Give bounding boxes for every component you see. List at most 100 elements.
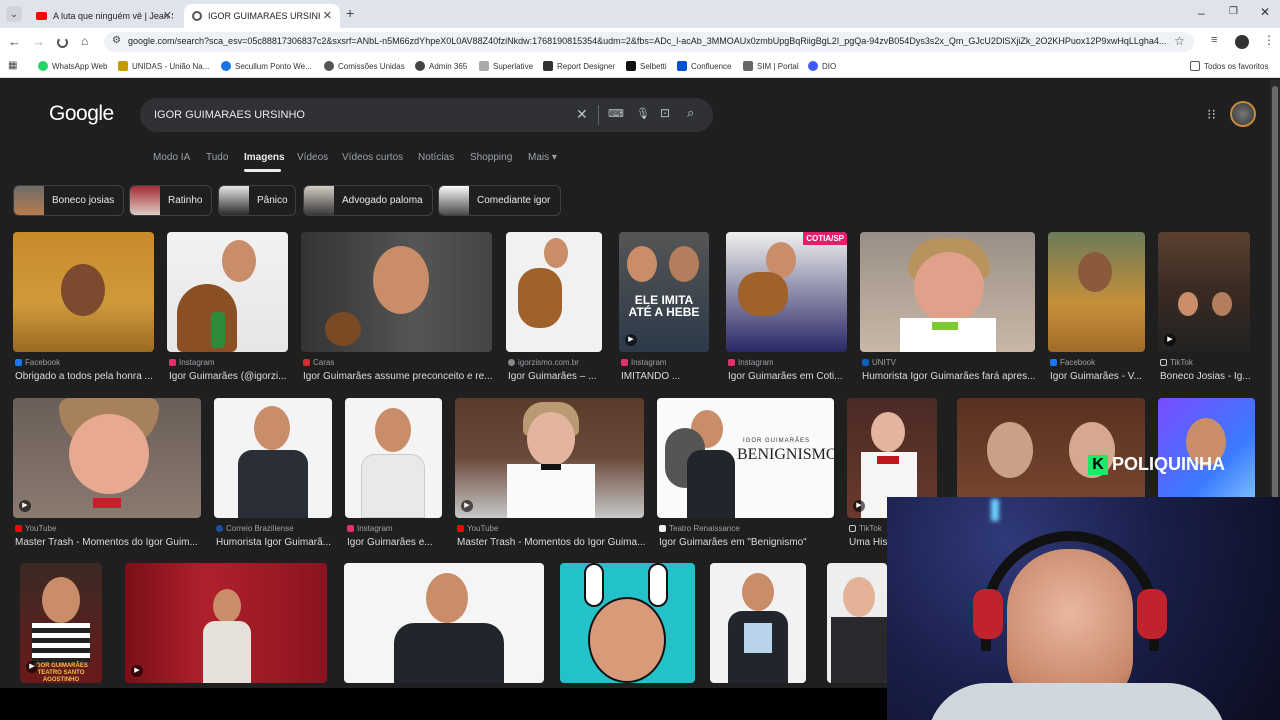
close-icon[interactable]: ✕ [323,9,332,22]
image-result[interactable] [560,563,695,683]
chip-thumbnail [439,186,469,215]
image-result[interactable]: Correio Braziliense Humorista Igor Guima… [214,398,332,553]
image-result[interactable]: UNITV Humorista Igor Guimarães fará apre… [860,232,1035,387]
video-overlay-text: ELE IMITA ATÉ A HEBE [628,293,700,319]
result-title[interactable]: Igor Guimarães e... [347,537,444,548]
tab-search-dropdown[interactable]: ⌄ [6,6,22,22]
nav-noticias[interactable]: Notícias [418,152,454,163]
result-title[interactable]: Igor Guimarães - V... [1050,371,1147,382]
new-tab-button[interactable]: + [346,5,354,21]
chip-ratinho[interactable]: Ratinho [129,185,212,216]
image-result[interactable]: COTIA/SP Instagram Igor Guimarães em Cot… [726,232,847,387]
result-title[interactable]: Humorista Igor Guimarã... [216,537,334,548]
result-title[interactable]: Boneco Josias - Ig... [1160,371,1252,382]
unitv-icon [862,359,869,366]
image-result[interactable]: IGOR GUIMARÃES BENIGNISMO Teatro Renaissa… [657,398,834,553]
result-title[interactable]: IMITANDO ... [621,371,711,382]
image-result[interactable]: Facebook Obrigado a todos pela honra ... [13,232,154,387]
result-title[interactable]: Humorista Igor Guimarães fará apres... [862,371,1037,382]
image-result[interactable]: ELE IMITA ATÉ A HEBE ▶ Instagram IMITANDO… [619,232,709,387]
bookmark-superlative[interactable]: Superlative [479,61,533,71]
result-title[interactable]: Master Trash - Momentos do Igor Guim... [15,537,203,548]
back-arrow-icon[interactable]: ← [8,34,21,49]
chip-boneco-josias[interactable]: Boneco josias [13,185,124,216]
keyboard-icon[interactable]: ⌨ [608,107,624,120]
image-result[interactable]: ▶ TikTok Boneco Josias - Ig... [1158,232,1252,387]
tab-google[interactable]: IGOR GUIMARAES URSINHO - G ✕ [184,4,340,28]
result-title[interactable]: Obrigado a todos pela honra ... [15,371,156,382]
nav-modo-ia[interactable]: Modo IA [153,152,190,163]
close-icon[interactable]: ✕ [163,9,172,22]
clear-icon[interactable]: ✕ [576,106,588,123]
image-result[interactable]: igorzismo.com.br Igor Guimarães – ... [506,232,602,387]
close-window-icon[interactable]: ✕ [1260,5,1270,19]
result-title[interactable]: Igor Guimarães assume preconceito e re..… [303,371,494,382]
bookmark-confluence[interactable]: Confluence [677,61,731,71]
image-result[interactable]: IGOR GUIMARÃES TEATRO SANTO AGOSTINHO ▶ [20,563,102,683]
result-title[interactable]: Igor Guimarães em Coti... [728,371,849,382]
result-thumbnail [301,232,492,352]
result-thumbnail [344,563,544,683]
nav-mais[interactable]: Mais ▾ [528,152,557,163]
image-result[interactable]: ▶ YouTube Master Trash - Momentos do Igo… [13,398,201,553]
result-source: YouTube [457,524,498,533]
chip-comediante-igor[interactable]: Comediante igor [438,185,561,216]
chip-panico[interactable]: Pânico [218,185,296,216]
bookmark-star-icon[interactable]: ☆ [1174,34,1185,48]
minimize-icon[interactable]: – [1198,6,1205,20]
tab-youtube[interactable]: A luta que ninguém vê | Jean S ✕ [28,4,180,28]
image-result[interactable]: ▶ [125,563,327,683]
search-input[interactable]: IGOR GUIMARAES URSINHO [154,109,305,121]
result-source: TikTok [1160,358,1193,367]
image-result[interactable]: Instagram Igor Guimarães (@igorzi... [167,232,288,387]
image-result[interactable]: Facebook Igor Guimarães - V... [1048,232,1145,387]
nav-shopping[interactable]: Shopping [470,152,512,163]
scrollbar-thumb[interactable] [1272,86,1278,506]
apps-icon[interactable]: ▦ [8,60,17,71]
bookmark-sim-portal[interactable]: SIM | Portal [743,61,799,71]
image-result[interactable]: Instagram Igor Guimarães e... [345,398,442,553]
bookmark-unidas[interactable]: UNIDAS - União Na... [118,61,209,71]
address-bar[interactable]: ⚙ google.com/search?sca_esv=05c888173068… [104,32,1194,52]
restore-icon[interactable]: ❐ [1229,6,1238,17]
result-thumbnail [827,563,887,683]
nav-videos[interactable]: Vídeos [297,152,328,163]
nav-tudo[interactable]: Tudo [206,152,228,163]
result-title[interactable]: Igor Guimarães (@igorzi... [169,371,290,382]
browser-menu-icon[interactable]: ⋮ [1263,33,1275,47]
nav-imagens[interactable]: Imagens [244,152,285,163]
result-title[interactable]: Igor Guimarães em "Benignismo" [659,537,836,548]
forward-arrow-icon[interactable]: → [32,34,45,49]
account-avatar[interactable] [1230,101,1256,127]
image-result[interactable] [827,563,887,683]
image-result[interactable] [710,563,806,683]
bookmark-selbetti[interactable]: Selbetti [626,61,667,71]
media-control-icon[interactable]: ≡ [1211,34,1217,46]
microphone-icon[interactable]: 🎙 [636,107,650,120]
image-result[interactable]: Caras Igor Guimarães assume preconceito … [301,232,494,387]
image-result[interactable] [344,563,544,683]
bookmark-admin365[interactable]: Admin 365 [415,61,467,71]
all-bookmarks-folder[interactable]: Todos os favoritos [1190,61,1268,71]
home-icon[interactable]: ⌂ [81,34,88,48]
image-result[interactable]: ▶ YouTube Master Trash - Momentos do Igo… [455,398,646,553]
bookmark-report-designer[interactable]: Report Designer [543,61,615,71]
google-apps-icon[interactable]: ⁝⁝ [1207,106,1216,123]
result-source: Caras [303,358,334,367]
search-icon[interactable]: ⌕ [687,105,694,121]
profile-avatar[interactable] [1235,35,1249,49]
search-box[interactable]: IGOR GUIMARAES URSINHO ✕ ⌨ 🎙 ⊡ ⌕ [140,98,713,132]
bookmark-comissoes[interactable]: Comissões Unidas [324,61,405,71]
bookmark-secullum[interactable]: Secullum Ponto We... [221,61,312,71]
bookmark-whatsapp[interactable]: WhatsApp Web [38,61,107,71]
bookmark-dio[interactable]: DIO [808,61,836,71]
site-info-icon[interactable]: ⚙ [112,35,121,46]
nav-videos-curtos[interactable]: Vídeos curtos [342,152,403,163]
chip-advogado-paloma[interactable]: Advogado paloma [303,185,433,216]
camera-lens-icon[interactable]: ⊡ [660,106,670,120]
result-source: Instagram [728,358,774,367]
google-logo[interactable]: Google [49,102,114,126]
result-title[interactable]: Master Trash - Momentos do Igor Guima... [457,537,646,548]
result-thumbnail [506,232,602,352]
result-title[interactable]: Igor Guimarães – ... [508,371,604,382]
